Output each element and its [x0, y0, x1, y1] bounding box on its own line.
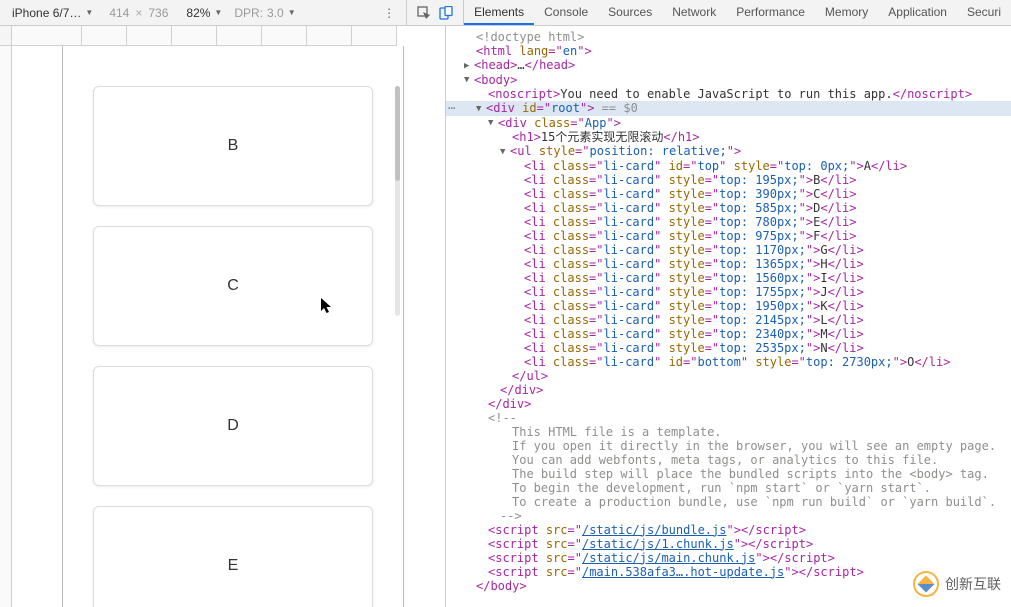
preview-card[interactable]: E [93, 506, 373, 607]
dom-line[interactable]: <html lang="en"> [446, 44, 1011, 58]
device-toolbar: iPhone 6/7… ▼ 414 × 736 82% ▼ DPR: 3.0 ▼… [0, 0, 407, 25]
elements-tree[interactable]: <!doctype html><html lang="en">▶<head>…<… [446, 26, 1011, 607]
device-select[interactable]: iPhone 6/7… ▼ [4, 0, 101, 25]
dom-line[interactable]: <noscript>You need to enable JavaScript … [446, 87, 1011, 101]
zoom-value: 82% [186, 6, 210, 20]
panel-toolbar: ElementsConsoleSourcesNetworkPerformance… [407, 0, 1011, 25]
dom-line[interactable]: </ul> [446, 369, 1011, 383]
dom-line[interactable]: <li class="li-card" id="top" style="top:… [446, 159, 1011, 173]
dom-line[interactable]: <li class="li-card" style="top: 2340px;"… [446, 327, 1011, 341]
dom-line[interactable]: <script src="/static/js/main.chunk.js"><… [446, 551, 1011, 565]
dom-line[interactable]: To create a production bundle, use `npm … [446, 495, 1011, 509]
panel-tab-securi[interactable]: Securi [957, 0, 1011, 25]
watermark: 创新互联 [913, 571, 1001, 597]
more-options-icon[interactable]: ⋮ [383, 6, 396, 20]
dom-line[interactable]: <li class="li-card" style="top: 2145px;"… [446, 313, 1011, 327]
device-dimensions: 414 × 736 [109, 6, 168, 20]
preview-card[interactable]: C [93, 226, 373, 346]
preview-card[interactable]: B [93, 86, 373, 206]
dom-line[interactable]: <li class="li-card" style="top: 1170px;"… [446, 243, 1011, 257]
device-width[interactable]: 414 [109, 6, 129, 20]
panel-tab-performance[interactable]: Performance [726, 0, 815, 25]
dimension-separator: × [135, 6, 142, 20]
ruler-vertical [0, 46, 12, 607]
panel-tabs: ElementsConsoleSourcesNetworkPerformance… [464, 0, 1011, 25]
dom-line[interactable]: <li class="li-card" style="top: 780px;">… [446, 215, 1011, 229]
dom-line[interactable]: If you open it directly in the browser, … [446, 439, 1011, 453]
dom-line[interactable]: <li class="li-card" style="top: 1950px;"… [446, 299, 1011, 313]
dom-line[interactable]: <!doctype html> [446, 30, 1011, 44]
dom-line[interactable]: ▼<ul style="position: relative;"> [446, 144, 1011, 159]
dom-line[interactable]: <script src="/static/js/1.chunk.js"></sc… [446, 537, 1011, 551]
watermark-text: 创新互联 [945, 574, 1001, 594]
ruler-horizontal [0, 26, 445, 46]
panel-tab-network[interactable]: Network [662, 0, 726, 25]
dom-line[interactable]: <script src="/static/js/bundle.js"></scr… [446, 523, 1011, 537]
scrollbar-thumb[interactable] [395, 86, 400, 181]
preview-card[interactable]: D [93, 366, 373, 486]
dom-line[interactable]: To begin the development, run `npm start… [446, 481, 1011, 495]
dom-line[interactable]: <li class="li-card" style="top: 585px;">… [446, 201, 1011, 215]
dom-line[interactable]: <!-- [446, 411, 1011, 425]
dpr-value: 3.0 [267, 6, 284, 20]
main-split: BCDE <!doctype html><html lang="en">▶<he… [0, 26, 1011, 607]
dom-line[interactable]: <h1>15个元素实现无限滚动</h1> [446, 130, 1011, 144]
dpr-select[interactable]: DPR: 3.0 ▼ [234, 6, 295, 20]
watermark-logo-icon [913, 571, 939, 597]
device-frame[interactable]: BCDE [62, 46, 404, 607]
dom-line[interactable]: </div> [446, 397, 1011, 411]
panel-tab-memory[interactable]: Memory [815, 0, 878, 25]
mouse-cursor-icon [321, 298, 333, 314]
dom-line[interactable]: ▶<head>…</head> [446, 58, 1011, 73]
dom-line[interactable]: ▼<div class="App"> [446, 116, 1011, 131]
dom-line[interactable]: <li class="li-card" style="top: 1365px;"… [446, 257, 1011, 271]
dpr-label: DPR: [234, 6, 263, 20]
dom-line[interactable]: The build step will place the bundled sc… [446, 467, 1011, 481]
panel-tab-application[interactable]: Application [878, 0, 957, 25]
dom-line[interactable]: </div> [446, 383, 1011, 397]
panel-tab-console[interactable]: Console [534, 0, 598, 25]
device-height[interactable]: 736 [148, 6, 168, 20]
panel-tab-sources[interactable]: Sources [598, 0, 662, 25]
dom-line[interactable]: <li class="li-card" id="bottom" style="t… [446, 355, 1011, 369]
inspect-element-icon[interactable] [417, 6, 431, 20]
dom-line[interactable]: ▼<body> [446, 73, 1011, 88]
chevron-down-icon: ▼ [85, 8, 93, 17]
dom-line[interactable]: <li class="li-card" style="top: 390px;">… [446, 187, 1011, 201]
dom-line[interactable]: --> [446, 509, 1011, 523]
devtools-toolbar: iPhone 6/7… ▼ 414 × 736 82% ▼ DPR: 3.0 ▼… [0, 0, 1011, 26]
panel-tab-elements[interactable]: Elements [464, 0, 534, 25]
chevron-down-icon: ▼ [214, 8, 222, 17]
device-name: iPhone 6/7… [12, 6, 81, 20]
device-toggle-icon[interactable] [439, 6, 453, 20]
dom-line[interactable]: <li class="li-card" style="top: 195px;">… [446, 173, 1011, 187]
chevron-down-icon: ▼ [288, 8, 296, 17]
dom-line[interactable]: This HTML file is a template. [446, 425, 1011, 439]
dom-line[interactable]: <li class="li-card" style="top: 975px;">… [446, 229, 1011, 243]
zoom-select[interactable]: 82% ▼ [186, 6, 222, 20]
device-preview: BCDE [0, 26, 446, 607]
dom-line[interactable]: <li class="li-card" style="top: 1755px;"… [446, 285, 1011, 299]
dom-line[interactable]: ▼<div id="root"> == $0 [446, 101, 1011, 116]
dom-line[interactable]: <li class="li-card" style="top: 2535px;"… [446, 341, 1011, 355]
dom-line[interactable]: <li class="li-card" style="top: 1560px;"… [446, 271, 1011, 285]
dom-line[interactable]: You can add webfonts, meta tags, or anal… [446, 453, 1011, 467]
